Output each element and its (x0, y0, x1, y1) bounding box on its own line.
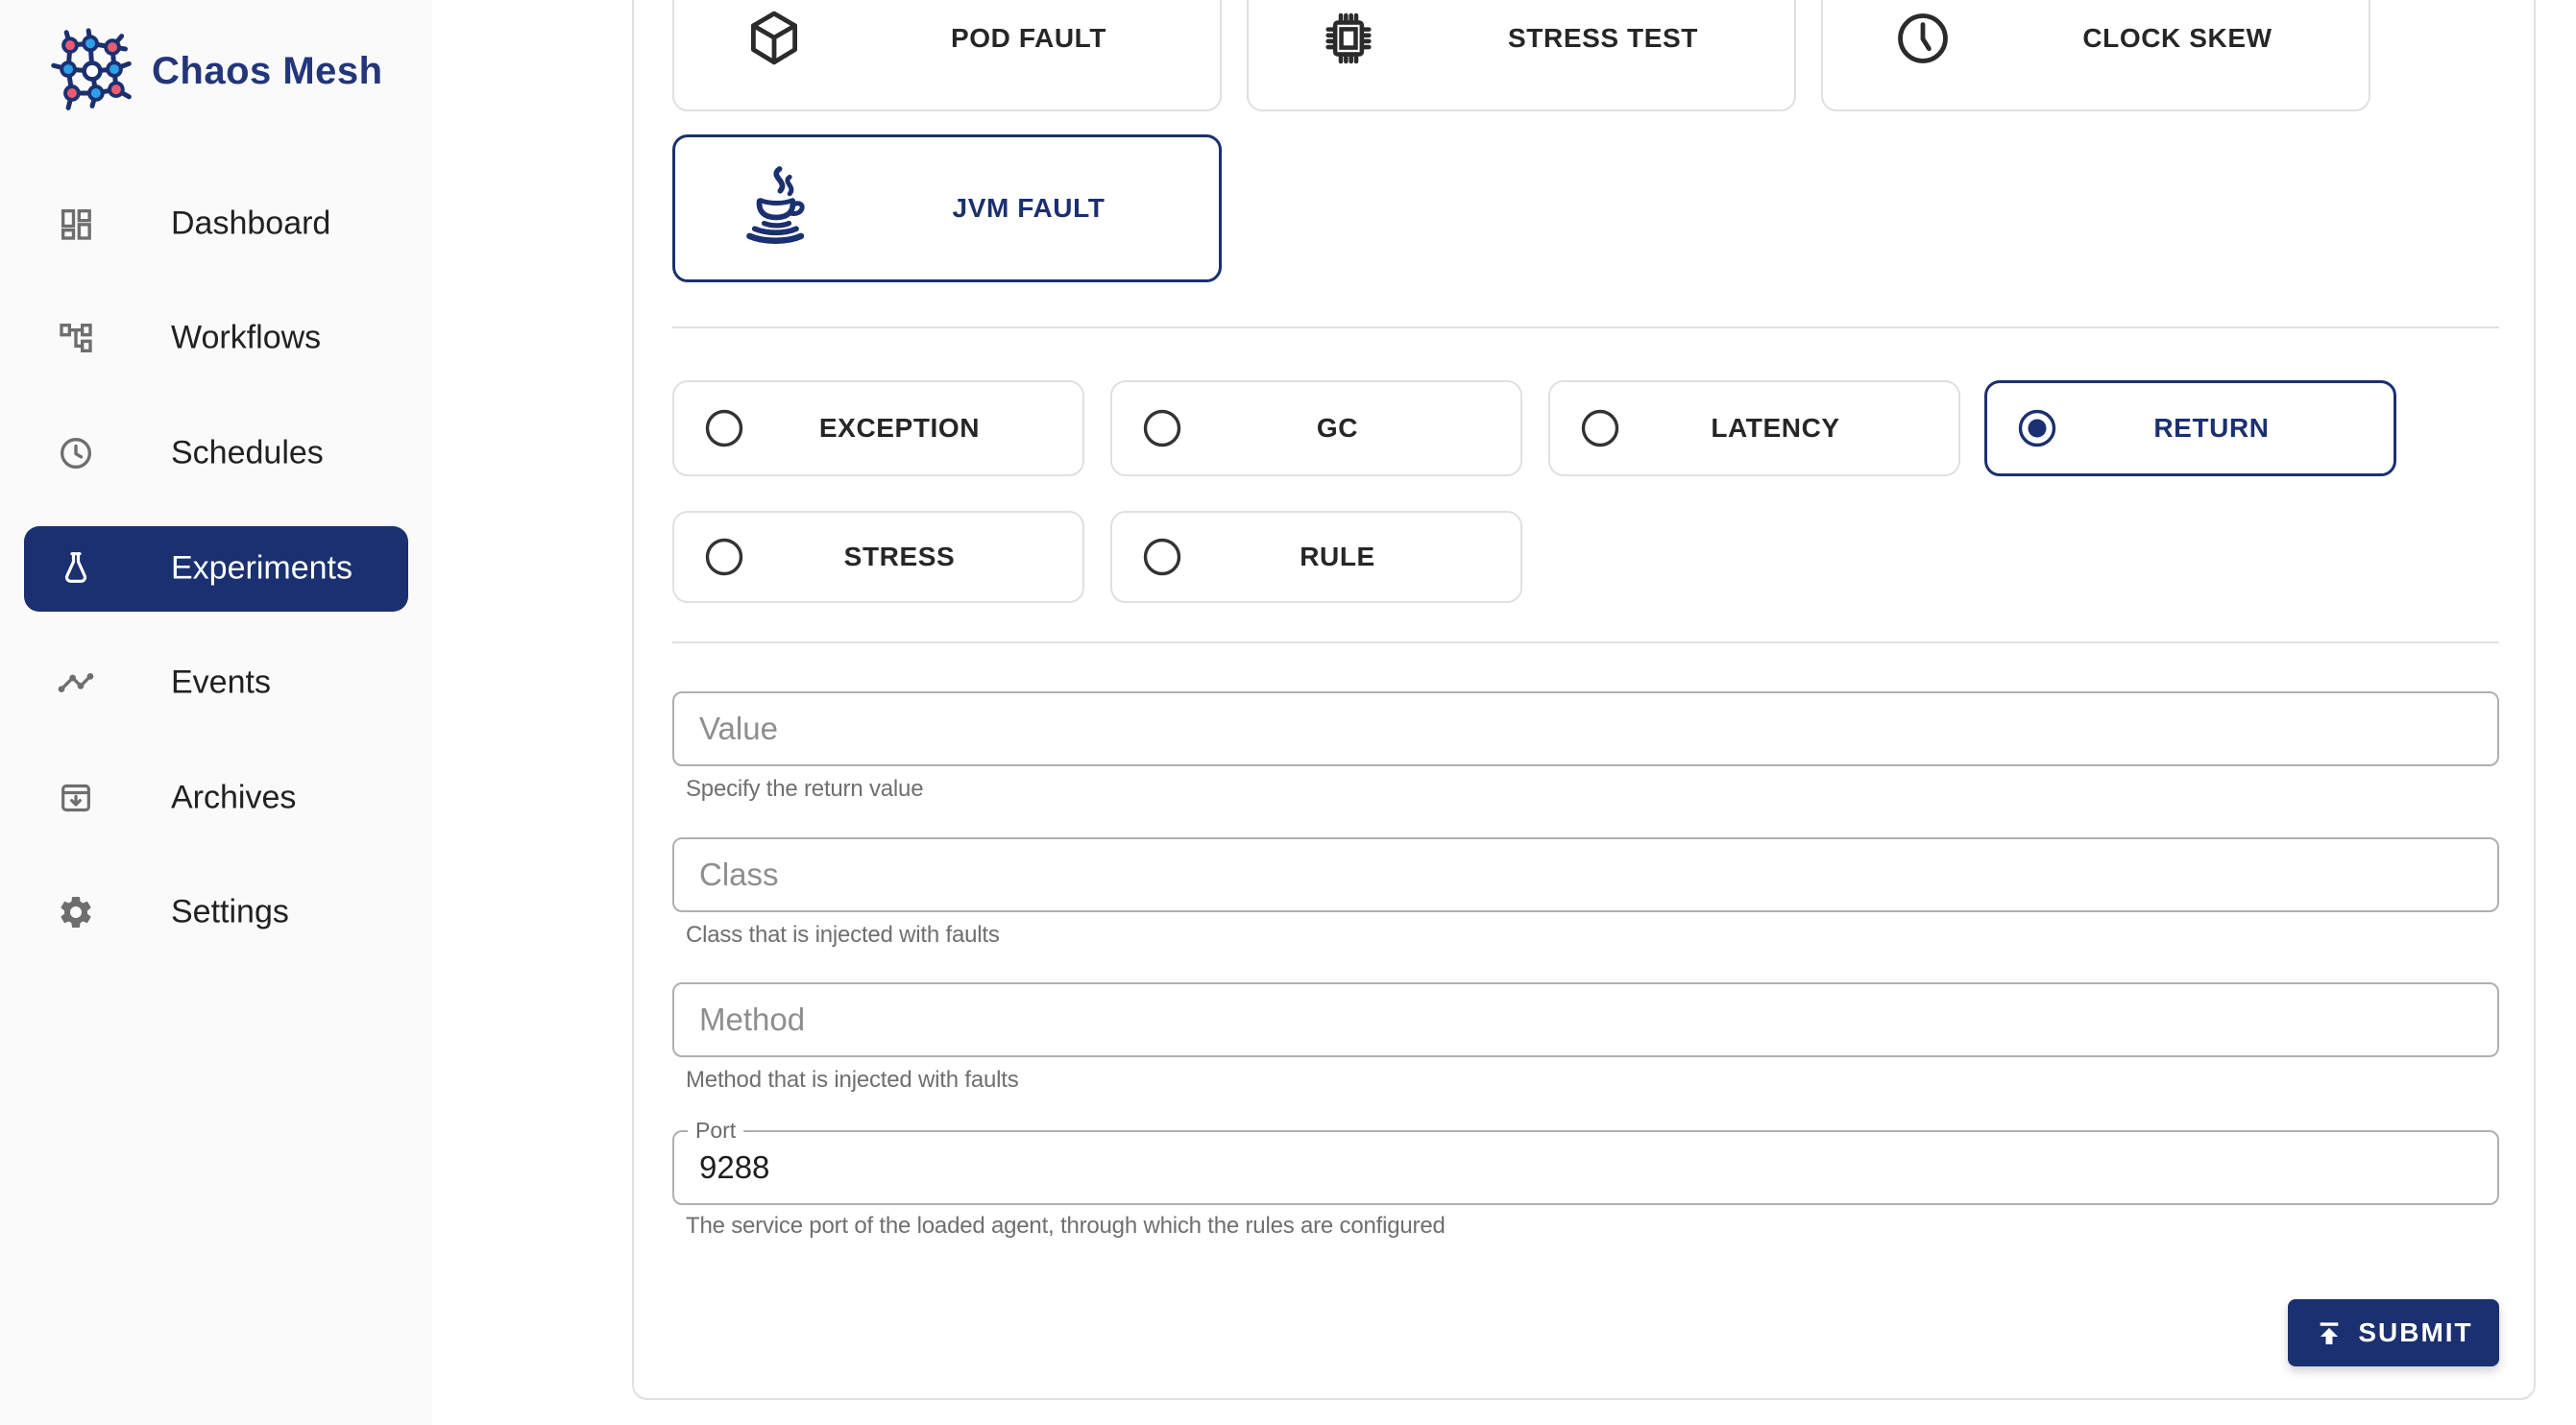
sidebar-item-label: Settings (171, 894, 289, 931)
page: Chaos Mesh Dashboard Workflows (0, 0, 2576, 1425)
action-card-gc[interactable]: GC (1110, 380, 1522, 476)
sidebar-item-label: Schedules (171, 435, 324, 472)
class-input[interactable] (672, 837, 2499, 912)
port-input[interactable] (672, 1130, 2499, 1205)
sidebar-item-label: Dashboard (171, 205, 330, 243)
events-icon (56, 663, 96, 703)
sidebar-item-schedules[interactable]: Schedules (0, 405, 432, 501)
value-input[interactable] (672, 691, 2499, 766)
method-input[interactable] (672, 982, 2499, 1057)
method-helper-text: Method that is injected with faults (686, 1067, 1019, 1094)
section-divider (672, 326, 2499, 328)
app-title: Chaos Mesh (152, 50, 383, 93)
workflows-icon (56, 318, 96, 358)
kind-card-stress-test[interactable]: STRESS TEST (1247, 0, 1796, 111)
chaos-mesh-logo-icon (48, 27, 136, 115)
sidebar-item-experiments[interactable]: Experiments (0, 520, 432, 616)
kind-label: STRESS TEST (1422, 23, 1794, 54)
pod-fault-icon (728, 8, 820, 69)
action-card-latency[interactable]: LATENCY (1548, 380, 1960, 476)
action-label: STRESS (745, 542, 1082, 572)
sidebar-item-events[interactable]: Events (0, 635, 432, 731)
clock-skew-icon (1877, 8, 1969, 69)
sidebar-item-dashboard[interactable]: Dashboard (0, 176, 432, 272)
kind-card-pod-fault[interactable]: POD FAULT (672, 0, 1222, 111)
kind-label: JVM FAULT (848, 193, 1219, 224)
sidebar-item-archives[interactable]: Archives (0, 750, 432, 846)
action-card-stress[interactable]: STRESS (672, 511, 1084, 603)
value-helper-text: Specify the return value (686, 776, 923, 803)
schedules-icon (56, 433, 96, 473)
action-label: LATENCY (1621, 413, 1958, 444)
submit-button-label: SUBMIT (2358, 1317, 2472, 1348)
action-label: EXCEPTION (745, 413, 1082, 444)
kind-label: POD FAULT (847, 23, 1220, 54)
experiments-icon (56, 548, 96, 589)
class-helper-text: Class that is injected with faults (686, 922, 1000, 949)
action-card-return[interactable]: RETURN (1984, 380, 2396, 476)
sidebar-item-label: Events (171, 664, 271, 702)
sidebar-item-workflows[interactable]: Workflows (0, 290, 432, 386)
action-card-exception[interactable]: EXCEPTION (672, 380, 1084, 476)
jvm-fault-icon (729, 163, 821, 254)
archives-icon (56, 778, 96, 818)
radio-unchecked-icon (1141, 407, 1183, 449)
submit-button[interactable]: SUBMIT (2288, 1299, 2499, 1366)
sidebar-item-label: Experiments (171, 550, 352, 588)
action-label: RETURN (2058, 413, 2394, 444)
action-label: RULE (1183, 542, 1520, 572)
port-helper-text: The service port of the loaded agent, th… (686, 1213, 1446, 1240)
kind-label: CLOCK SKEW (1996, 23, 2369, 54)
action-card-rule[interactable]: RULE (1110, 511, 1522, 603)
radio-unchecked-icon (703, 536, 745, 578)
sidebar-item-label: Archives (171, 780, 296, 817)
kind-card-jvm-fault[interactable]: JVM FAULT (672, 134, 1222, 282)
kind-card-clock-skew[interactable]: CLOCK SKEW (1821, 0, 2370, 111)
sidebar: Chaos Mesh Dashboard Workflows (0, 0, 432, 1425)
radio-unchecked-icon (703, 407, 745, 449)
sidebar-item-label: Workflows (171, 320, 321, 357)
stress-test-icon (1302, 8, 1395, 69)
radio-unchecked-icon (1579, 407, 1621, 449)
sidebar-item-settings[interactable]: Settings (0, 864, 432, 960)
port-field-label: Port (688, 1118, 743, 1143)
app-logo: Chaos Mesh (48, 27, 383, 115)
publish-icon (2314, 1317, 2345, 1348)
section-divider (672, 641, 2499, 643)
radio-checked-icon (2016, 407, 2058, 449)
settings-icon (56, 892, 96, 932)
radio-unchecked-icon (1141, 536, 1183, 578)
dashboard-icon (56, 204, 96, 244)
action-label: GC (1183, 413, 1520, 444)
